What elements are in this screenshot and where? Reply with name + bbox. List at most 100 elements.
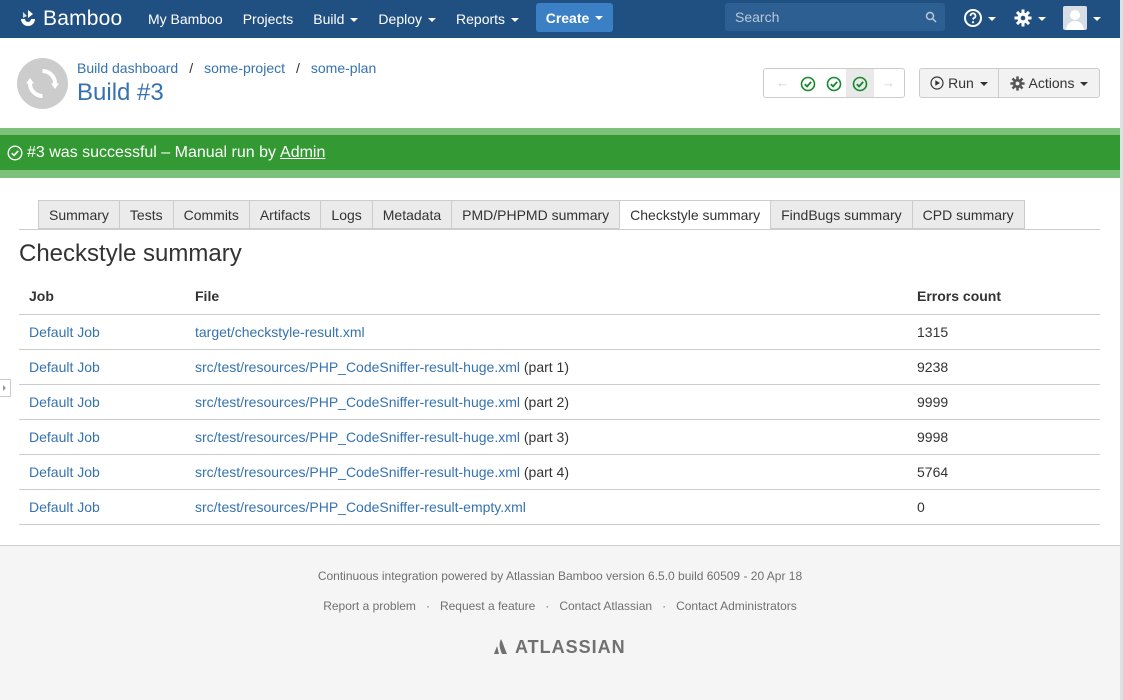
atlassian-logo-icon xyxy=(494,639,507,654)
job-link[interactable]: Default Job xyxy=(29,429,100,445)
tab-artifacts[interactable]: Artifacts xyxy=(248,200,321,229)
file-link[interactable]: target/checkstyle-result.xml xyxy=(195,324,365,340)
chevron-down-icon xyxy=(979,81,988,86)
play-icon xyxy=(930,76,944,90)
nav-build[interactable]: Build xyxy=(313,11,359,27)
help-menu[interactable] xyxy=(964,6,996,30)
main-nav: My Bamboo Projects Build Deploy Reports xyxy=(148,0,539,38)
errors-count: 5764 xyxy=(907,454,1100,490)
file-link[interactable]: src/test/resources/PHP_CodeSniffer-resul… xyxy=(195,394,520,410)
breadcrumb-project[interactable]: some-project xyxy=(204,60,285,76)
table-header-row: Job File Errors count xyxy=(19,279,1100,315)
breadcrumb-separator: / xyxy=(189,60,194,76)
job-link[interactable]: Default Job xyxy=(29,464,100,480)
status-text: #3 was successful – Manual run by xyxy=(27,143,277,161)
build-result-success-icon[interactable] xyxy=(826,76,842,92)
footer-link-request-feature[interactable]: Request a feature xyxy=(440,599,535,613)
gear-icon xyxy=(1009,75,1025,91)
job-link[interactable]: Default Job xyxy=(29,324,100,340)
build-result-success-icon[interactable] xyxy=(852,76,868,92)
chevron-down-icon xyxy=(595,16,604,20)
run-button[interactable]: Run xyxy=(919,68,999,98)
tab-logs[interactable]: Logs xyxy=(320,200,372,229)
actions-label: Actions xyxy=(1028,75,1075,91)
file-link[interactable]: src/test/resources/PHP_CodeSniffer-resul… xyxy=(195,359,520,375)
build-status-icon xyxy=(17,58,68,109)
bamboo-logo-icon xyxy=(21,10,35,26)
chevron-down-icon xyxy=(1080,81,1089,86)
tab-metadata[interactable]: Metadata xyxy=(371,200,452,229)
tab-tests[interactable]: Tests xyxy=(118,200,173,229)
build-actions-group: Run Actions xyxy=(919,68,1100,98)
file-part: (part 4) xyxy=(523,463,569,480)
tab-commits[interactable]: Commits xyxy=(172,200,249,229)
sidebar-expand-toggle[interactable] xyxy=(0,379,11,397)
search-input[interactable] xyxy=(725,3,915,31)
run-label: Run xyxy=(948,75,974,91)
footer-separator: · xyxy=(545,599,550,613)
success-check-icon xyxy=(7,144,23,161)
build-result-success-icon[interactable] xyxy=(800,76,816,92)
job-link[interactable]: Default Job xyxy=(29,359,100,375)
column-header-job: Job xyxy=(19,279,185,315)
checkstyle-results-table: Job File Errors count Default Job target… xyxy=(19,279,1100,525)
tab-summary[interactable]: Summary xyxy=(38,200,119,229)
breadcrumb-build-dashboard[interactable]: Build dashboard xyxy=(77,60,178,76)
table-row: Default Job src/test/resources/PHP_CodeS… xyxy=(19,384,1100,420)
tab-checkstyle-summary[interactable]: Checkstyle summary xyxy=(619,200,771,229)
footer-link-contact-atlassian[interactable]: Contact Atlassian xyxy=(559,599,652,613)
previous-arrow-icon[interactable]: ← xyxy=(776,75,789,90)
table-row: Default Job src/test/resources/PHP_CodeS… xyxy=(19,419,1100,455)
build-header: Build dashboard / some-project / some-pl… xyxy=(0,38,1120,128)
nav-deploy[interactable]: Deploy xyxy=(378,11,437,27)
page-title: Build #3 xyxy=(77,79,164,106)
table-row: Default Job src/test/resources/PHP_CodeS… xyxy=(19,489,1100,525)
main-content: Summary Tests Commits Artifacts Logs Met… xyxy=(0,178,1120,546)
result-tabs: Summary Tests Commits Artifacts Logs Met… xyxy=(38,200,1025,229)
breadcrumb-plan[interactable]: some-plan xyxy=(311,60,376,76)
table-row: Default Job src/test/resources/PHP_CodeS… xyxy=(19,349,1100,385)
next-arrow-icon[interactable]: → xyxy=(882,75,895,90)
footer-link-report-problem[interactable]: Report a problem xyxy=(323,599,416,613)
footer-links: Report a problem · Request a feature · C… xyxy=(0,599,1120,613)
logo-text: Bamboo xyxy=(43,7,123,30)
nav-label: Build xyxy=(313,11,345,27)
file-link[interactable]: src/test/resources/PHP_CodeSniffer-resul… xyxy=(195,429,520,445)
nav-reports[interactable]: Reports xyxy=(456,11,520,27)
actions-button[interactable]: Actions xyxy=(999,68,1100,98)
create-button[interactable]: Create xyxy=(536,3,613,32)
nav-label: Reports xyxy=(456,11,506,27)
settings-menu[interactable] xyxy=(1014,6,1046,30)
chevron-down-icon xyxy=(1093,16,1101,21)
chevron-down-icon xyxy=(1038,16,1046,21)
status-user-link[interactable]: Admin xyxy=(280,144,325,162)
file-link[interactable]: src/test/resources/PHP_CodeSniffer-resul… xyxy=(195,499,526,515)
gear-icon xyxy=(1014,9,1032,27)
search-icon[interactable] xyxy=(925,11,937,23)
file-part: (part 3) xyxy=(523,428,569,445)
footer-link-contact-admins[interactable]: Contact Administrators xyxy=(676,599,797,613)
nav-projects[interactable]: Projects xyxy=(243,11,294,27)
job-link[interactable]: Default Job xyxy=(29,499,100,515)
top-navigation-bar: Bamboo My Bamboo Projects Build Deploy R… xyxy=(0,0,1120,38)
job-link[interactable]: Default Job xyxy=(29,394,100,410)
nav-label: Projects xyxy=(242,11,294,27)
user-menu[interactable] xyxy=(1063,6,1101,30)
file-link[interactable]: src/test/resources/PHP_CodeSniffer-resul… xyxy=(195,464,520,480)
tab-findbugs-summary[interactable]: FindBugs summary xyxy=(770,200,912,229)
footer-powered-by: Continuous integration powered by Atlass… xyxy=(317,569,803,583)
nav-my-bamboo[interactable]: My Bamboo xyxy=(148,11,223,27)
chevron-down-icon xyxy=(988,16,996,21)
nav-label: Deploy xyxy=(378,11,423,27)
page-footer: Continuous integration powered by Atlass… xyxy=(0,547,1120,700)
footer-separator: · xyxy=(662,599,667,613)
footer-separator: · xyxy=(425,599,430,613)
table-row: Default Job target/checkstyle-result.xml… xyxy=(19,314,1100,350)
chevron-down-icon xyxy=(428,17,437,22)
atlassian-logo[interactable]: ATLASSIAN xyxy=(492,637,626,657)
bamboo-logo[interactable]: Bamboo xyxy=(18,6,122,32)
section-title: Checkstyle summary xyxy=(19,240,242,267)
column-header-file: File xyxy=(185,279,907,315)
tab-pmd-summary[interactable]: PMD/PHPMD summary xyxy=(451,200,620,229)
tab-cpd-summary[interactable]: CPD summary xyxy=(911,200,1025,229)
